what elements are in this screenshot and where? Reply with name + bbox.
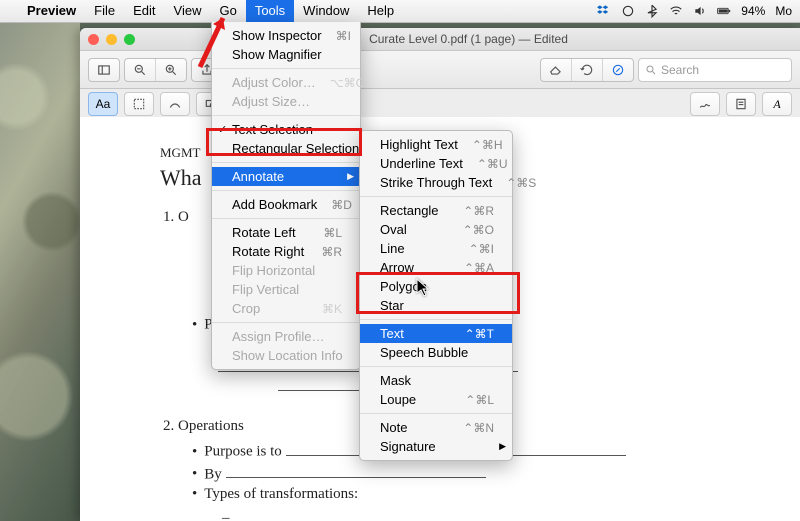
menu-item-text-selection[interactable]: Text Selection — [212, 120, 360, 139]
desktop-wallpaper — [0, 22, 80, 521]
menu-item-flip-v: Flip Vertical — [212, 280, 360, 299]
menubar-tools[interactable]: Tools — [246, 0, 294, 22]
menu-item-adjust-size: Adjust Size… — [212, 92, 360, 111]
menubar-app[interactable]: Preview — [18, 0, 85, 22]
menubar-edit[interactable]: Edit — [124, 0, 164, 22]
submenu-polygon[interactable]: Polygon — [360, 277, 512, 296]
list-item-label: O — [178, 209, 189, 225]
text-style-button[interactable]: Aa — [88, 92, 118, 116]
submenu-rectangle[interactable]: Rectangle⌃⌘R — [360, 201, 512, 220]
menu-item-assign-profile: Assign Profile… — [212, 327, 360, 346]
volume-icon[interactable] — [693, 4, 707, 18]
submenu-speech-bubble[interactable]: Speech Bubble — [360, 343, 512, 362]
menu-item-flip-h: Flip Horizontal — [212, 261, 360, 280]
submenu-underline-text[interactable]: Underline Text⌃⌘U — [360, 154, 512, 173]
submenu-note[interactable]: Note⌃⌘N — [360, 418, 512, 437]
rotate-button[interactable] — [572, 59, 603, 81]
submenu-highlight-text[interactable]: Highlight Text⌃⌘H — [360, 135, 512, 154]
zoom-out-button[interactable] — [125, 59, 156, 81]
menu-item-crop: Crop⌘K — [212, 299, 360, 318]
note-tool-button[interactable] — [726, 92, 756, 116]
clock-day: Mo — [775, 4, 792, 18]
submenu-mask[interactable]: Mask — [360, 371, 512, 390]
submenu-arrow[interactable]: Arrow⌃⌘A — [360, 258, 512, 277]
list-item: By — [204, 466, 222, 482]
markup-button[interactable] — [603, 59, 633, 81]
search-icon — [645, 64, 657, 76]
menubar-file[interactable]: File — [85, 0, 124, 22]
list-item: Purpose is to — [204, 444, 282, 460]
wifi-icon[interactable] — [669, 4, 683, 18]
search-field[interactable]: Search — [638, 58, 792, 82]
submenu-loupe[interactable]: Loupe⌃⌘L — [360, 390, 512, 409]
sketch-tool-button[interactable] — [160, 92, 190, 116]
menu-item-show-location: Show Location Info — [212, 346, 360, 365]
window-titlebar[interactable]: Curate Level 0.pdf (1 page) — Edited — [80, 28, 800, 51]
zoom-in-button[interactable] — [156, 59, 186, 81]
menubar-status: 94% Mo — [597, 4, 792, 18]
submenu-text[interactable]: Text⌃⌘T — [360, 324, 512, 343]
menubar-window[interactable]: Window — [294, 0, 358, 22]
submenu-strike-text[interactable]: Strike Through Text⌃⌘S — [360, 173, 512, 192]
annotate-submenu: Highlight Text⌃⌘H Underline Text⌃⌘U Stri… — [359, 130, 513, 461]
bluetooth-icon[interactable] — [645, 4, 659, 18]
font-tool-button[interactable]: A — [762, 92, 792, 116]
close-window-button[interactable] — [88, 34, 99, 45]
tools-menu: Show Inspector⌘I Show Magnifier Adjust C… — [211, 22, 361, 370]
menu-item-show-inspector[interactable]: Show Inspector⌘I — [212, 26, 360, 45]
zoom-window-button[interactable] — [124, 34, 135, 45]
markup-toolbar: Aa A — [80, 89, 800, 120]
battery-percent: 94% — [741, 4, 765, 18]
menu-item-rect-selection[interactable]: Rectangular Selection — [212, 139, 360, 158]
menubar-help[interactable]: Help — [358, 0, 403, 22]
submenu-star[interactable]: Star — [360, 296, 512, 315]
list-item: Types of transformations: — [204, 486, 358, 502]
menu-item-rotate-left[interactable]: Rotate Left⌘L — [212, 223, 360, 242]
menu-item-annotate[interactable]: Annotate — [212, 167, 360, 186]
menu-item-add-bookmark[interactable]: Add Bookmark⌘D — [212, 195, 360, 214]
menubar-view[interactable]: View — [165, 0, 211, 22]
sign-tool-button[interactable] — [690, 92, 720, 116]
menu-item-rotate-right[interactable]: Rotate Right⌘R — [212, 242, 360, 261]
menubar: Preview File Edit View Go Tools Window H… — [0, 0, 800, 23]
menu-item-show-magnifier[interactable]: Show Magnifier — [212, 45, 360, 64]
menu-item-adjust-color: Adjust Color…⌥⌘C — [212, 73, 360, 92]
highlight-button[interactable] — [541, 59, 572, 81]
sync-icon[interactable] — [621, 4, 635, 18]
minimize-window-button[interactable] — [106, 34, 117, 45]
submenu-line[interactable]: Line⌃⌘I — [360, 239, 512, 258]
window-toolbar: Search — [80, 51, 800, 89]
search-placeholder: Search — [661, 63, 699, 77]
menubar-go[interactable]: Go — [210, 0, 245, 22]
select-tool-button[interactable] — [124, 92, 154, 116]
dropbox-icon[interactable] — [597, 4, 611, 18]
sidebar-toggle-button[interactable] — [89, 59, 119, 81]
list-item-label: Operations — [178, 418, 244, 434]
submenu-oval[interactable]: Oval⌃⌘O — [360, 220, 512, 239]
submenu-signature[interactable]: Signature — [360, 437, 512, 456]
battery-icon[interactable] — [717, 4, 731, 18]
